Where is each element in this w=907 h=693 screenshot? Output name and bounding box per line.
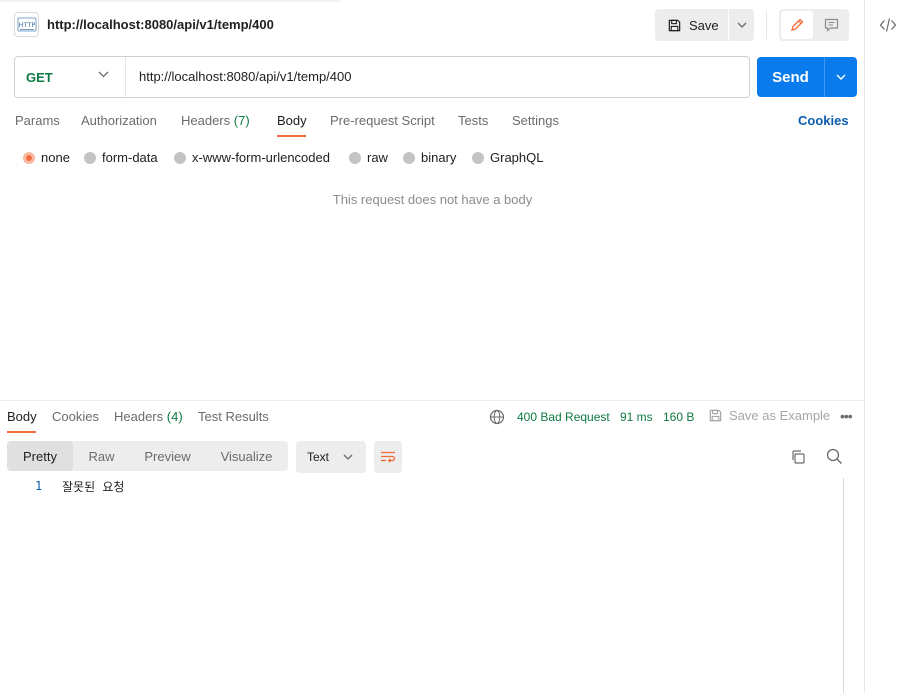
radio-indicator [84, 151, 96, 164]
wrap-lines-button[interactable] [374, 441, 402, 473]
url-bar: GET http://localhost:8080/api/v1/temp/40… [14, 56, 750, 98]
radio-x-www-form-urlencoded[interactable]: x-www-form-urlencoded [174, 150, 330, 165]
main-panel: HTTP http://localhost:8080/api/v1/temp/4… [0, 0, 865, 693]
send-button-group: Send [757, 57, 857, 97]
response-body-line[interactable]: 잘못된 요청 [62, 478, 124, 495]
save-label: Save [689, 17, 719, 33]
save-button[interactable]: Save [655, 9, 728, 41]
format-select[interactable]: Text [296, 441, 366, 473]
view-tab-preview[interactable]: Preview [130, 441, 205, 471]
radio-indicator [174, 151, 186, 164]
editor-scrollbar[interactable] [843, 478, 844, 693]
response-divider[interactable] [0, 400, 865, 401]
url-input[interactable]: http://localhost:8080/api/v1/temp/400 [139, 69, 351, 84]
mode-toggle [779, 9, 849, 41]
comment-icon [824, 18, 838, 32]
response-time[interactable]: 91 ms [620, 410, 653, 424]
tab-authorization[interactable]: Authorization [81, 113, 157, 128]
toolbar-divider [766, 11, 767, 39]
copy-icon[interactable] [790, 449, 806, 465]
radio-form-data[interactable]: form-data [84, 150, 158, 165]
line-number: 1 [35, 479, 43, 493]
save-as-example-button[interactable]: Save as Example [708, 408, 830, 423]
request-name[interactable]: http://localhost:8080/api/v1/temp/400 [47, 17, 274, 32]
tab-headers[interactable]: Headers (7) [181, 113, 250, 128]
globe-icon[interactable] [489, 409, 505, 425]
response-view-tabs: Pretty Raw Preview Visualize [7, 441, 288, 471]
send-button[interactable]: Send [757, 57, 824, 97]
more-options-button[interactable]: ••• [840, 408, 853, 424]
edit-mode-button[interactable] [781, 11, 813, 39]
chevron-down-icon [737, 22, 746, 28]
save-icon [668, 19, 681, 31]
right-sidebar [865, 0, 907, 693]
comment-mode-button[interactable] [815, 11, 847, 39]
request-title-bar: HTTP http://localhost:8080/api/v1/temp/4… [0, 0, 865, 50]
pencil-icon [791, 18, 804, 31]
chevron-down-icon [343, 454, 353, 460]
radio-indicator [472, 151, 484, 164]
response-tab-cookies[interactable]: Cookies [52, 409, 99, 424]
status-code[interactable]: 400 Bad Request [517, 410, 610, 424]
radio-binary[interactable]: binary [403, 150, 456, 165]
search-icon[interactable] [826, 448, 843, 465]
wrap-lines-icon [381, 451, 396, 463]
headers-count: (7) [233, 113, 250, 128]
tab-tests[interactable]: Tests [458, 113, 488, 128]
save-example-icon [709, 409, 722, 422]
response-tab-body[interactable]: Body [7, 409, 37, 424]
method-label: GET [26, 69, 53, 85]
radio-selected-indicator [23, 151, 35, 164]
cookies-link[interactable]: Cookies [798, 113, 849, 128]
view-tab-visualize[interactable]: Visualize [205, 441, 288, 471]
active-tab-indicator [277, 135, 306, 137]
radio-indicator [349, 151, 361, 164]
response-size[interactable]: 160 B [663, 410, 694, 424]
chevron-down-icon [98, 71, 109, 78]
format-label: Text [307, 450, 330, 464]
save-options-button[interactable] [729, 9, 754, 41]
tab-pre-request-script[interactable]: Pre-request Script [330, 113, 435, 128]
save-button-group: Save [655, 9, 754, 41]
response-tab-headers[interactable]: Headers (4) [114, 409, 183, 424]
tab-params[interactable]: Params [15, 113, 60, 128]
radio-graphql[interactable]: GraphQL [472, 150, 543, 165]
http-icon: HTTP [14, 12, 39, 37]
svg-text:HTTP: HTTP [19, 21, 36, 29]
send-options-button[interactable] [825, 57, 857, 97]
response-tab-test-results[interactable]: Test Results [198, 409, 269, 424]
code-icon[interactable] [879, 16, 897, 34]
no-body-message: This request does not have a body [332, 192, 533, 207]
radio-raw[interactable]: raw [349, 150, 388, 165]
radio-indicator [403, 151, 415, 164]
tab-settings[interactable]: Settings [512, 113, 559, 128]
radio-none[interactable]: none [23, 150, 70, 165]
active-response-tab-indicator [7, 431, 36, 433]
chevron-down-icon [836, 74, 846, 80]
response-headers-count: (4) [166, 409, 183, 424]
view-tab-raw[interactable]: Raw [73, 441, 130, 471]
view-tab-pretty[interactable]: Pretty [7, 441, 73, 471]
method-select[interactable]: GET [15, 57, 126, 97]
tab-body[interactable]: Body [277, 113, 307, 128]
